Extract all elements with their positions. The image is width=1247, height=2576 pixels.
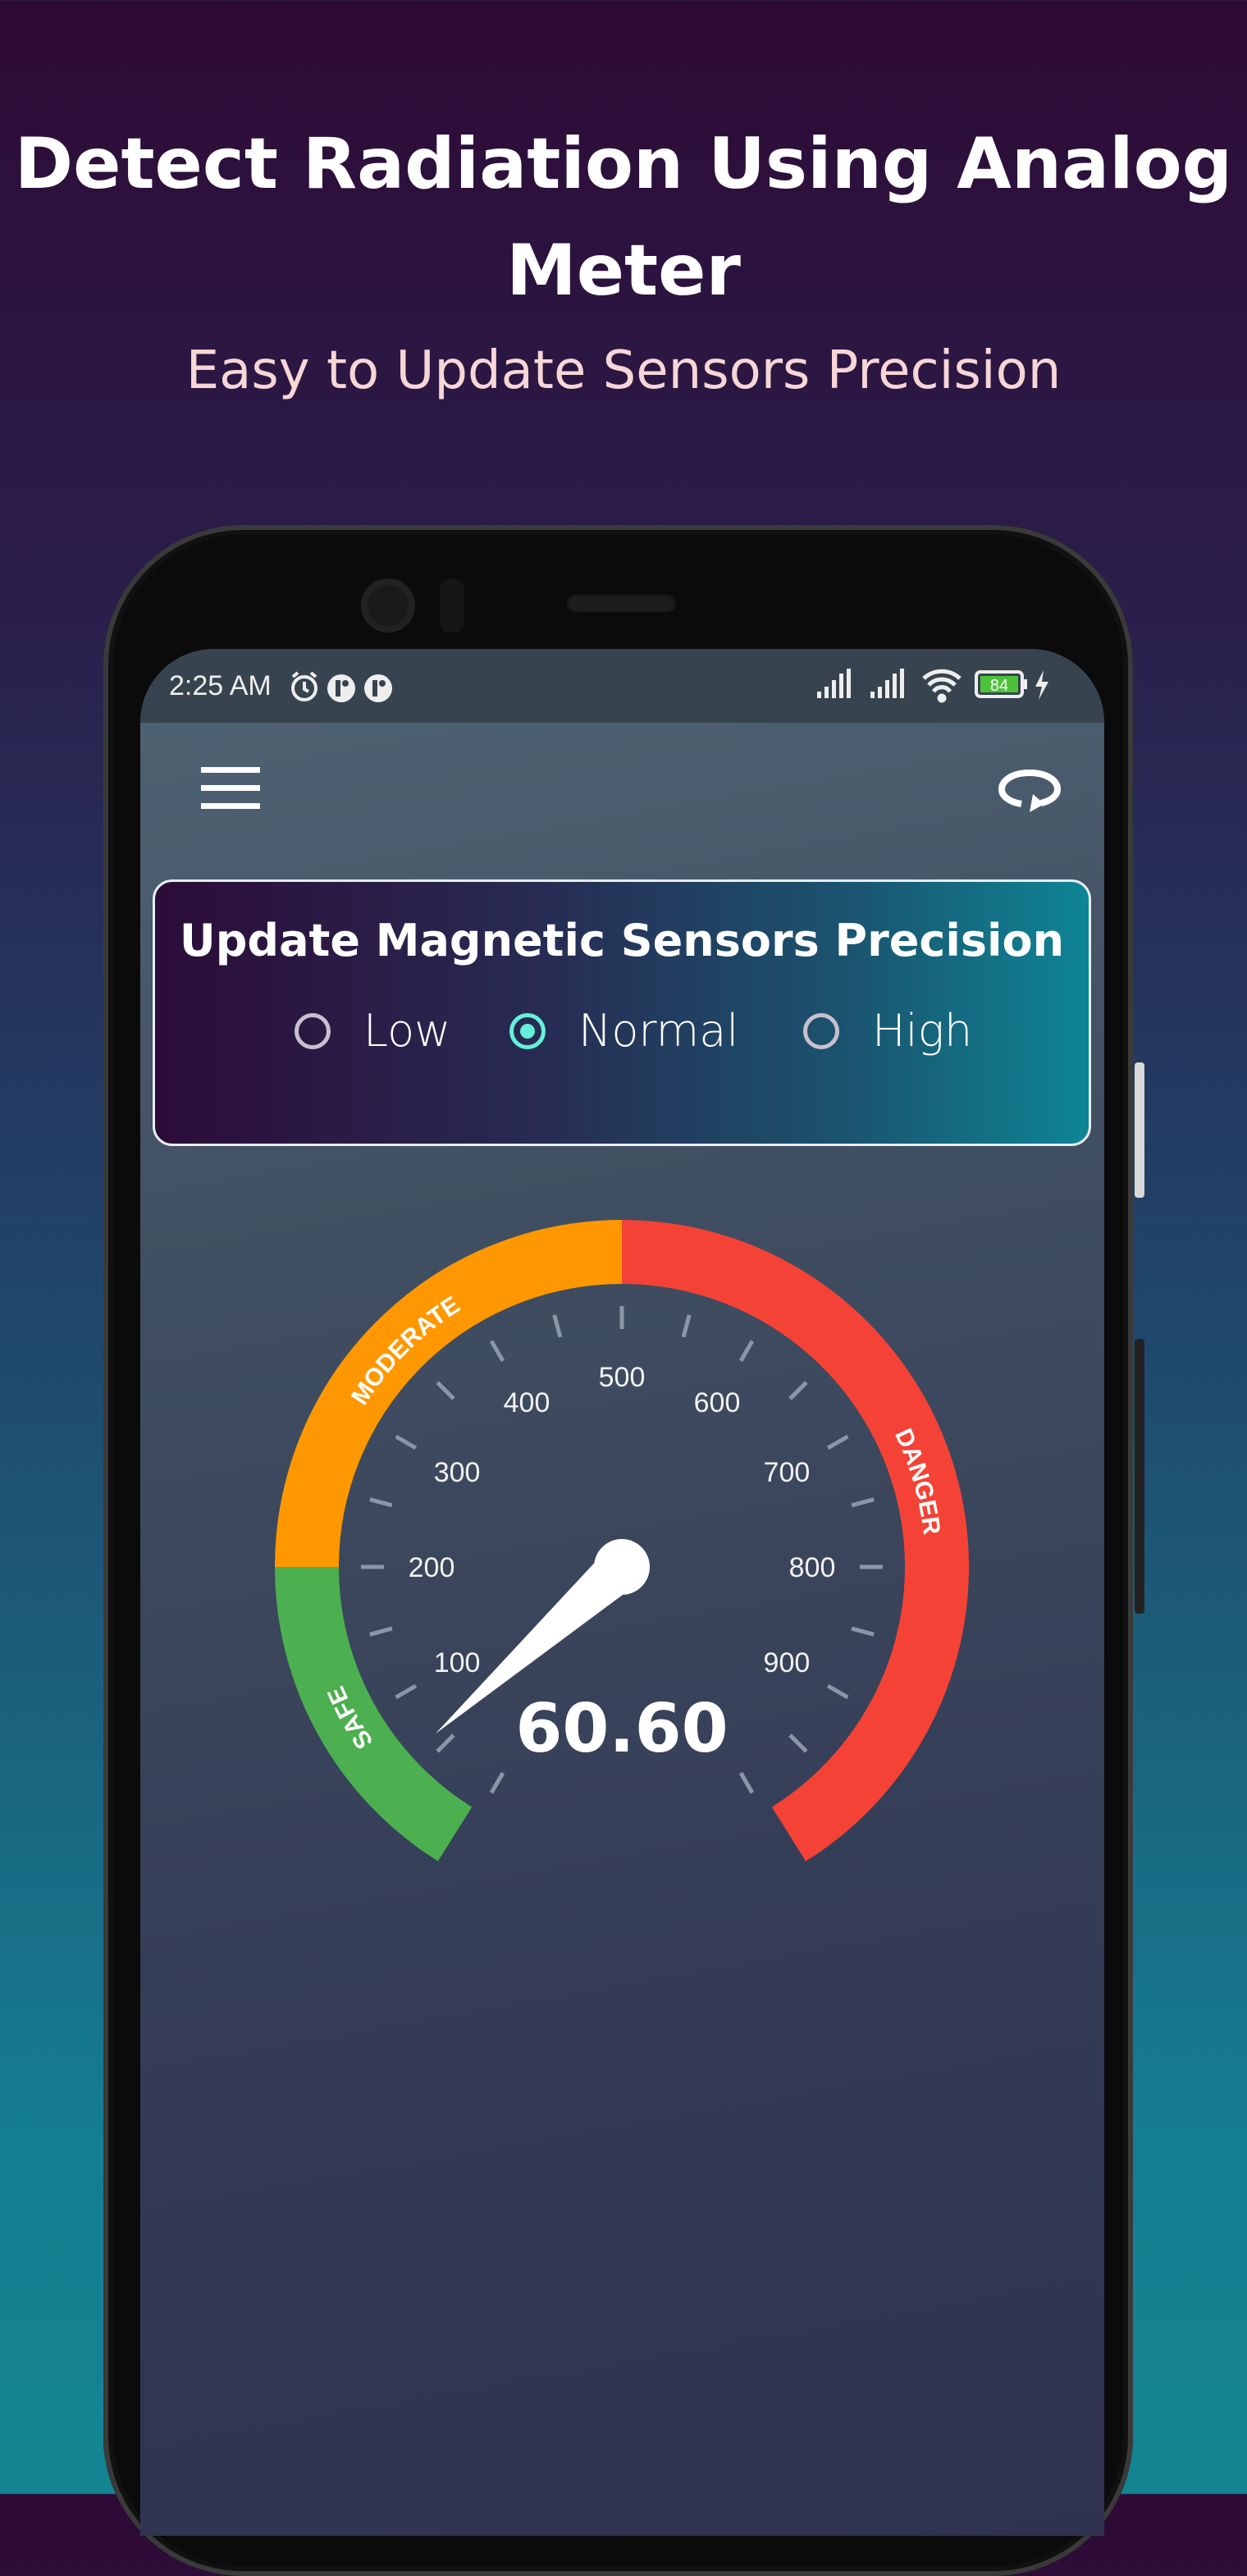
gauge-tick <box>436 1381 455 1400</box>
tick-label-600: 600 <box>694 1387 741 1418</box>
gauge-tick <box>681 1314 692 1338</box>
radiation-gauge: SAFEMODERATEDANGER 010020030040050060070… <box>275 1220 969 1861</box>
gauge-tick <box>395 1683 418 1700</box>
tick-label-400: 400 <box>504 1387 550 1418</box>
gauge-tick <box>738 1340 755 1363</box>
gauge-tick <box>826 1683 849 1700</box>
gauge-tick <box>395 1434 418 1450</box>
zone-moderate-band <box>275 1220 623 1568</box>
gauge-tick <box>489 1340 505 1363</box>
gauge-tick <box>489 1771 505 1794</box>
gauge-tick <box>851 1626 875 1637</box>
tick-label-300: 300 <box>434 1457 481 1488</box>
tick-label-200: 200 <box>409 1552 455 1583</box>
gauge-tick <box>369 1497 393 1508</box>
gauge-tick <box>851 1497 875 1508</box>
tick-label-900: 900 <box>764 1647 811 1679</box>
gauge-tick <box>738 1771 755 1794</box>
tick-label-700: 700 <box>764 1457 811 1488</box>
gauge-tick <box>369 1626 393 1637</box>
gauge-tick <box>826 1434 849 1450</box>
gauge-tick <box>436 1733 455 1753</box>
tick-label-500: 500 <box>599 1362 646 1393</box>
gauge-tick <box>552 1314 563 1338</box>
tick-label-800: 800 <box>789 1552 836 1583</box>
tick-label-100: 100 <box>434 1647 481 1679</box>
gauge-value-readout: 60.60 <box>515 1690 728 1768</box>
gauge-tick <box>788 1381 808 1400</box>
needle-hub <box>594 1539 650 1595</box>
gauge-tick <box>788 1733 808 1753</box>
